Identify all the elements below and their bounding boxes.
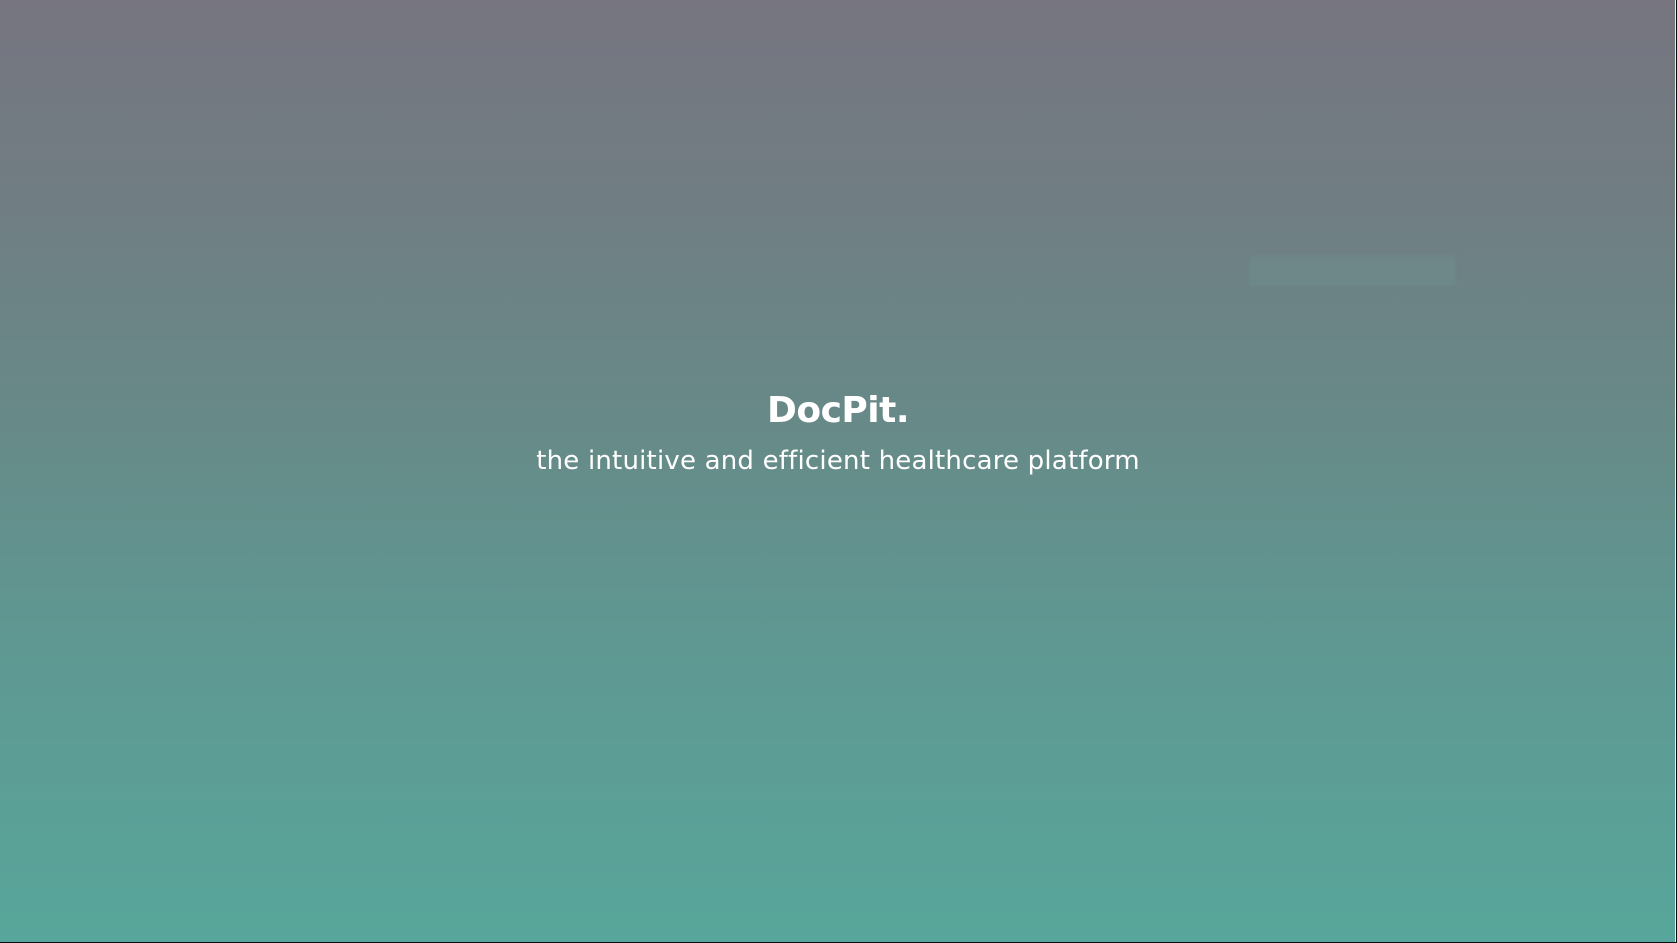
brand-title: DocPit. xyxy=(766,390,910,431)
hero-section: DocPit. the intuitive and efficient heal… xyxy=(0,385,1676,479)
splash-screen: DocPit. the intuitive and efficient heal… xyxy=(0,0,1676,942)
brand-tagline: the intuitive and efficient healthcare p… xyxy=(536,446,1140,476)
window-edge xyxy=(1675,0,1676,942)
faded-button xyxy=(1249,256,1456,286)
